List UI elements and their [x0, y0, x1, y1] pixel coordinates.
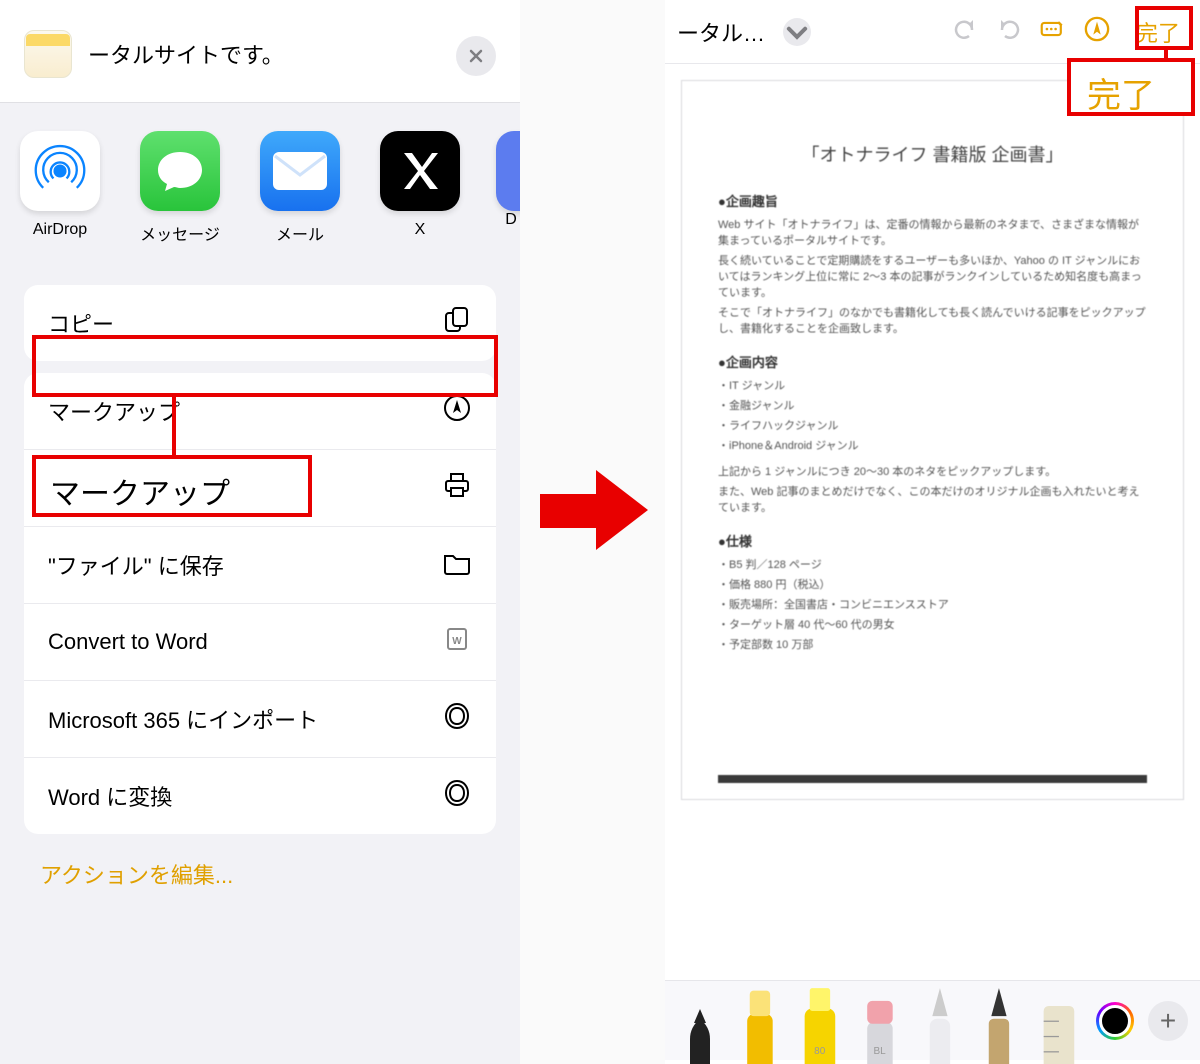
notes-app-icon: [24, 30, 72, 78]
tool-highlighter[interactable]: 80: [797, 1001, 843, 1064]
copy-icon: [442, 305, 472, 341]
action-print-label: プリント: [48, 472, 136, 504]
share-header: ータルサイトです。: [0, 0, 520, 102]
doc-p1c: そこで「オトナライフ」のなかでも書籍化しても長く読んでいける記事をピックアップし…: [718, 304, 1147, 336]
add-button[interactable]: +: [1148, 1001, 1188, 1041]
doc-s1: ・B5 判／128 ページ: [718, 556, 1147, 572]
doc-p2b: また、Web 記事のまとめだけでなく、この本だけのオリジナル企画も入れたいと考え…: [718, 483, 1147, 515]
autofill-icon[interactable]: [1040, 16, 1066, 47]
doc-s3: ・販売場所：全国書店・コンビニエンスストア: [718, 596, 1147, 612]
action-copy[interactable]: コピー: [24, 285, 496, 361]
action-markup-label: マークアップ: [48, 395, 180, 427]
doc-s5: ・予定部数 10 万部: [718, 636, 1147, 652]
doc-p1a: Web サイト「オトナライフ」は、定番の情報から最新のネタまで、さまざまな情報が…: [718, 216, 1147, 248]
airdrop-label: AirDrop: [16, 221, 104, 239]
m365-icon: [442, 701, 472, 737]
doc-l3: ・ライフハックジャンル: [718, 417, 1147, 433]
tool-marker[interactable]: [737, 1001, 783, 1064]
connector-line-2: [1164, 48, 1168, 62]
markup-icon: [442, 393, 472, 429]
x-label: X: [376, 221, 464, 239]
action-word-convert[interactable]: Word に変換: [24, 758, 496, 834]
share-item-airdrop[interactable]: AirDrop: [16, 131, 104, 245]
airdrop-icon: [20, 131, 100, 211]
messages-icon: [140, 131, 220, 211]
close-button[interactable]: [456, 36, 496, 76]
action-print[interactable]: プリント: [24, 450, 496, 527]
share-item-messages[interactable]: メッセージ: [136, 131, 224, 245]
action-copy-label: コピー: [48, 307, 114, 339]
doc-footer-bar: [718, 775, 1147, 783]
tool-ruler[interactable]: [1036, 1001, 1082, 1064]
tool-label-bl: BL: [873, 1046, 885, 1057]
share-item-partial[interactable]: D: [496, 131, 520, 245]
doc-title: 「オトナライフ 書籍版 企画書」: [718, 141, 1147, 167]
action-save-files[interactable]: "ファイル" に保存: [24, 527, 496, 604]
tool-eraser[interactable]: BL: [857, 1001, 903, 1064]
doc-s2: ・価格 880 円（税込）: [718, 576, 1147, 592]
right-markup-screen: ータル… 完了 完了 「オトナライフ 書籍版 企画書」 ●企画趣旨 Web サイ…: [665, 0, 1200, 1064]
mail-icon: [260, 131, 340, 211]
share-item-mail[interactable]: メール: [256, 131, 344, 245]
doc-sec2: ●企画内容: [718, 352, 1147, 371]
mail-label: メール: [256, 221, 344, 245]
doc-p1b: 長く続いていることで定期購読をするユーザーも多いほか、Yahoo の IT ジャ…: [718, 252, 1147, 300]
share-apps-row: AirDrop メッセージ メール X D: [0, 103, 520, 261]
action-save-files-label: "ファイル" に保存: [48, 549, 224, 581]
edit-actions-link[interactable]: アクションを編集...: [40, 858, 480, 890]
tool-label-80: 80: [814, 1046, 825, 1057]
markup-toolbar: 80 BL +: [665, 980, 1200, 1060]
connector-line-1: [172, 395, 176, 457]
word-icon: W: [442, 624, 472, 660]
action-convert-word[interactable]: Convert to Word W: [24, 604, 496, 681]
markup-title: ータル…: [677, 16, 765, 48]
undo-icon[interactable]: [952, 16, 978, 47]
markup-header: ータル… 完了: [665, 0, 1200, 64]
tool-pencil[interactable]: [976, 1001, 1022, 1064]
svg-text:W: W: [452, 636, 462, 647]
action-list-1: コピー: [24, 285, 496, 361]
messages-label: メッセージ: [136, 221, 224, 245]
action-word-convert-label: Word に変換: [48, 780, 172, 812]
tool-pen[interactable]: [677, 1001, 723, 1064]
markup-toggle-icon[interactable]: [1084, 16, 1110, 47]
share-title: ータルサイトです。: [88, 38, 284, 70]
print-icon: [442, 470, 472, 506]
doc-l2: ・金融ジャンル: [718, 397, 1147, 413]
doc-s4: ・ターゲット層 40 代〜60 代の男女: [718, 616, 1147, 632]
action-markup[interactable]: マークアップ: [24, 373, 496, 450]
doc-sec1: ●企画趣旨: [718, 191, 1147, 210]
action-m365-label: Microsoft 365 にインポート: [48, 703, 318, 735]
document-preview[interactable]: 「オトナライフ 書籍版 企画書」 ●企画趣旨 Web サイト「オトナライフ」は、…: [681, 80, 1184, 800]
action-list-2: マークアップ プリント "ファイル" に保存 Convert to Word W…: [24, 373, 496, 834]
folder-icon: [442, 547, 472, 583]
m365-icon-2: [442, 778, 472, 814]
arrow-icon: [540, 470, 650, 550]
chevron-down-icon[interactable]: [783, 18, 811, 46]
x-icon: [380, 131, 460, 211]
partial-label: D: [496, 211, 520, 229]
doc-p2a: 上記から 1 ジャンルにつき 20〜30 本のネタをピックアップします。: [718, 463, 1147, 479]
redo-icon[interactable]: [996, 16, 1022, 47]
action-m365-import[interactable]: Microsoft 365 にインポート: [24, 681, 496, 758]
color-picker-button[interactable]: [1096, 1002, 1134, 1040]
left-share-sheet: ータルサイトです。 AirDrop メッセージ メール: [0, 0, 520, 1064]
share-item-x[interactable]: X: [376, 131, 464, 245]
action-convert-word-label: Convert to Word: [48, 629, 208, 655]
partial-icon: [496, 131, 520, 211]
tool-lasso[interactable]: [917, 1001, 963, 1064]
done-button[interactable]: 完了: [1128, 12, 1188, 52]
doc-sec3: ●仕様: [718, 531, 1147, 550]
doc-l1: ・IT ジャンル: [718, 377, 1147, 393]
doc-l4: ・iPhone＆Android ジャンル: [718, 437, 1147, 453]
